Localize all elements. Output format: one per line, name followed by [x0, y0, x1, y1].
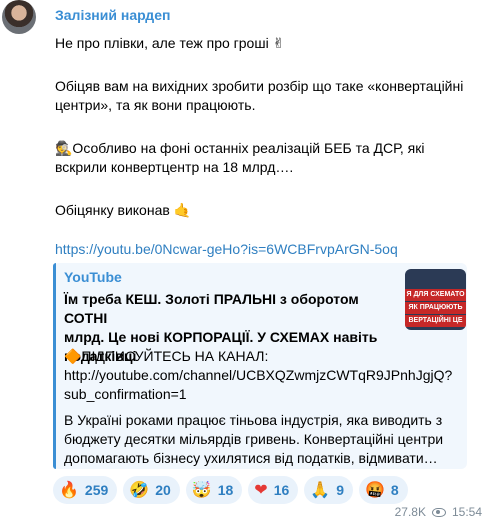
eye-icon	[431, 507, 446, 517]
reaction-count: 9	[336, 482, 344, 498]
preview-desc-line: В Україні роками працює тіньова індустрі…	[64, 412, 443, 428]
reactions-bar: 🔥 259 🤣 20 🤯 18 ❤ 16 🙏 9 🤬 8	[53, 476, 408, 504]
mind-blown-icon: 🤯	[191, 480, 212, 499]
preview-site-name: YouTube	[64, 269, 122, 285]
author-avatar[interactable]	[2, 0, 36, 34]
reaction-rofl[interactable]: 🤣 20	[123, 476, 180, 504]
reaction-heart[interactable]: ❤ 16	[248, 476, 299, 504]
reaction-count: 8	[390, 482, 399, 498]
reaction-count: 18	[217, 482, 234, 498]
message-meta: 27.8K 15:54	[395, 505, 482, 519]
preview-desc-line: 🔶ПІДПИСУЙТЕСЬ НА КАНАЛ:	[64, 348, 269, 364]
preview-title-line: млрд. Це нові КОРПОРАЦІЇ. У СХЕМАХ навіт…	[64, 329, 378, 345]
message-line: центри», та як вони працюють.	[55, 97, 256, 113]
message-bubble: Залізний нардеп Не про плівки, але теж п…	[43, 0, 475, 519]
thumbnail-caption: Я ДЛЯ СХЕМАТО	[405, 289, 466, 301]
pray-icon: 🙏	[310, 480, 331, 499]
reaction-pray[interactable]: 🙏 9	[304, 476, 353, 504]
angry-icon: 🤬	[364, 480, 385, 499]
preview-thumbnail[interactable]: Я ДЛЯ СХЕМАТО ЯК ПРАЦЮЮТЬ ВЕРТАЦІЙНІ ЦЕ	[405, 269, 466, 330]
reaction-count: 16	[273, 482, 290, 498]
reaction-angry[interactable]: 🤬 8	[358, 476, 408, 504]
message-line: Обіцянку виконав 🤙	[55, 202, 192, 218]
reaction-fire[interactable]: 🔥 259	[53, 476, 118, 504]
reaction-count: 20	[155, 482, 171, 498]
message-line: 🕵Особливо на фоні останніх реалізацій БЕ…	[55, 140, 425, 156]
thumbnail-caption: ЯК ПРАЦЮЮТЬ	[405, 302, 466, 314]
preview-desc-line: http://youtube.com/channel/UCBXQZwmjzCWT…	[64, 367, 453, 383]
preview-desc-line: sub_confirmation=1	[64, 386, 187, 402]
preview-desc-line: допомагають бізнесу ухилятися від податк…	[64, 450, 438, 466]
youtube-link[interactable]: https://youtu.be/0Ncwar-geHo?is=6WCBFrvp…	[55, 241, 398, 257]
link-preview[interactable]: YouTube Їм треба КЕШ. Золоті ПРАЛЬНІ з о…	[53, 263, 467, 469]
message-line: вскрили конвертцентр на 18 млрд….	[55, 159, 294, 175]
preview-accent-bar	[53, 263, 56, 469]
preview-desc-line: бюджету десятки мільярдів гривень. Конве…	[64, 431, 444, 447]
message-time: 15:54	[451, 505, 482, 519]
rofl-icon: 🤣	[129, 480, 150, 499]
message-line: Обіцяв вам на вихідних зробити розбір що…	[55, 78, 464, 94]
fire-icon: 🔥	[59, 480, 79, 499]
reaction-count: 259	[84, 482, 109, 498]
thumbnail-caption: ВЕРТАЦІЙНІ ЦЕ	[405, 315, 466, 327]
heart-icon: ❤	[254, 480, 268, 499]
preview-title-line: Їм треба КЕШ. Золоті ПРАЛЬНІ з оборотом …	[64, 291, 359, 326]
author-name[interactable]: Залізний нардеп	[55, 7, 170, 23]
reaction-mind-blown[interactable]: 🤯 18	[185, 476, 243, 504]
view-count: 27.8K	[394, 505, 426, 519]
message-line: Не про плівки, але теж про гроші ✌	[55, 35, 285, 51]
